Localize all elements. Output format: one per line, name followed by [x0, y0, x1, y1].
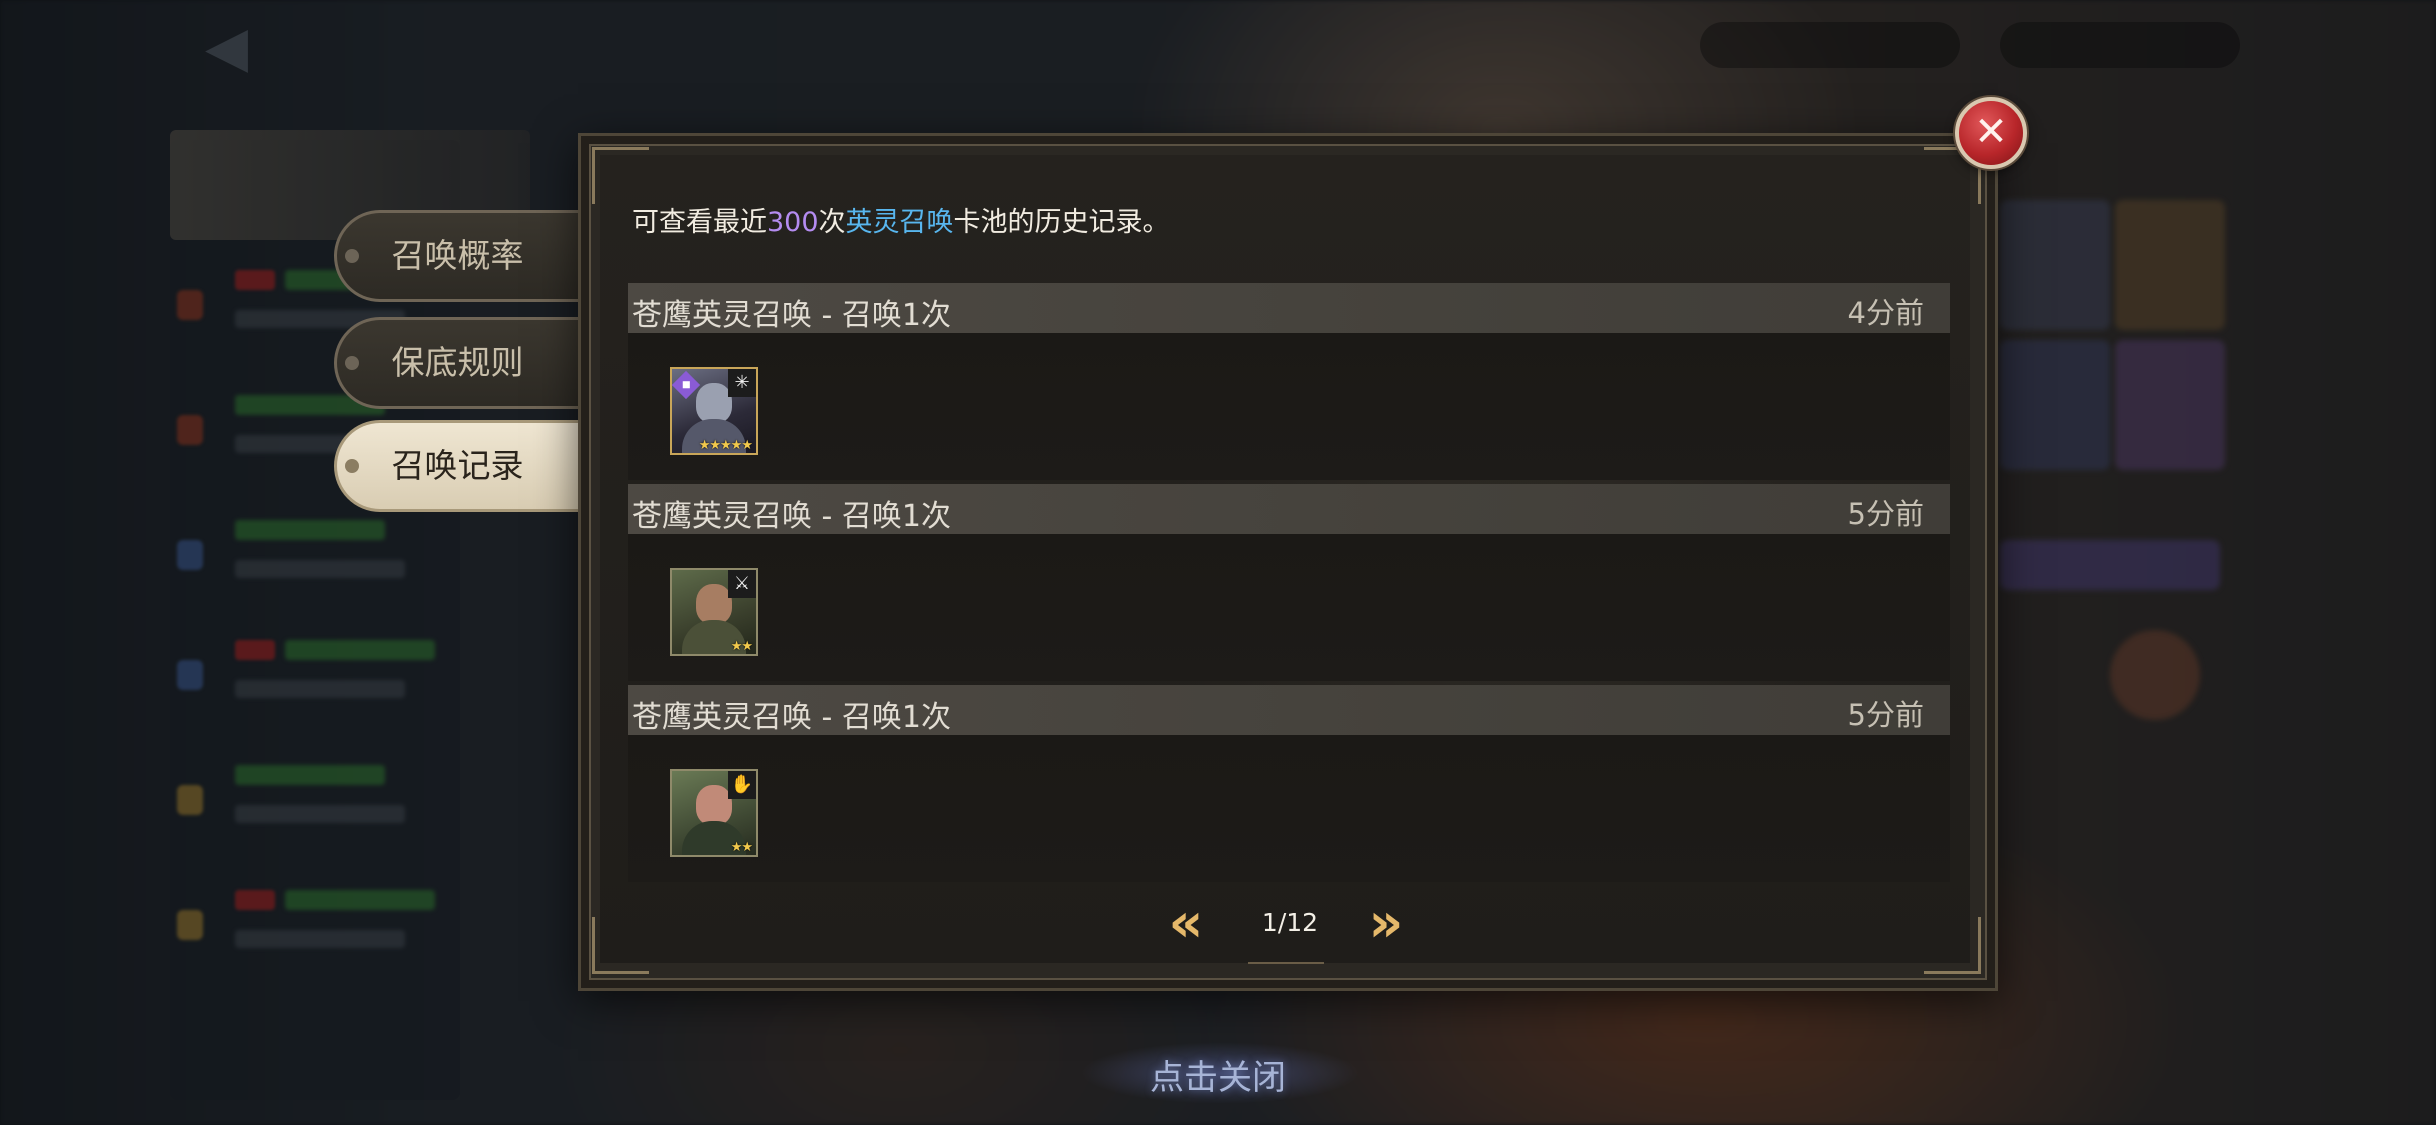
frame-corner-ornament: [1924, 917, 1981, 974]
hero-portrait: [696, 584, 732, 624]
rarity-stars: ★★: [730, 639, 753, 654]
frame-corner-ornament: [592, 917, 649, 974]
record-title: 苍鹰英灵召唤 - 召唤1次: [632, 700, 951, 735]
record-header: 苍鹰英灵召唤 - 召唤1次 5分前: [628, 484, 1950, 534]
tab-summon-history[interactable]: 召唤记录: [334, 420, 578, 512]
intro-mid: 次: [818, 207, 846, 238]
pager-ornament: [1248, 952, 1324, 964]
page-indicator: 1/12: [1261, 908, 1319, 937]
next-page-button[interactable]: »: [1360, 896, 1412, 950]
record-header: 苍鹰英灵召唤 - 召唤1次 4分前: [628, 283, 1950, 333]
record-time: 4分前: [1847, 296, 1924, 330]
summon-record: 苍鹰英灵召唤 - 召唤1次 5分前 ✋ ★★: [628, 685, 1950, 886]
hero-portrait: [696, 383, 732, 423]
record-body: ⚔ ★★: [628, 534, 1950, 681]
tab-summon-rates[interactable]: 召唤概率: [334, 210, 578, 302]
summon-record-list: 苍鹰英灵召唤 - 召唤1次 4分前 ◆ ✳ ★★★★★ 苍鹰英灵召唤 - 召唤1…: [628, 283, 1950, 886]
record-time: 5分前: [1847, 698, 1924, 732]
tap-to-close-hint[interactable]: 点击关闭: [1140, 1050, 1296, 1099]
record-title: 苍鹰英灵召唤 - 召唤1次: [632, 298, 951, 333]
tab-pity-rules[interactable]: 保底规则: [334, 317, 578, 409]
close-icon: ✕: [1974, 109, 2008, 155]
previous-page-button[interactable]: «: [1160, 896, 1212, 950]
tab-knob: [345, 459, 359, 473]
record-time: 5分前: [1847, 497, 1924, 531]
history-description: 可查看最近300次英灵召唤卡池的历史记录。: [632, 200, 1170, 239]
slash-icon: ⚔: [728, 570, 756, 598]
rarity-stars: ★★★★★: [698, 438, 753, 453]
summon-record: 苍鹰英灵召唤 - 召唤1次 5分前 ⚔ ★★: [628, 484, 1950, 685]
intro-count: 300: [767, 207, 819, 238]
hero-card[interactable]: ⚔ ★★: [670, 568, 758, 656]
game-screen: ◀ 召唤概率 保底规则 召唤记录 可查看最近300次英灵召唤卡池的历史记录。 苍…: [0, 0, 2436, 1125]
intro-suffix: 卡池的历史记录。: [953, 207, 1170, 238]
record-body: ◆ ✳ ★★★★★: [628, 333, 1950, 480]
intro-pool-name: 英灵召唤: [845, 207, 954, 238]
tab-label: 保底规则: [391, 343, 524, 382]
tab-knob: [345, 249, 359, 263]
hero-card[interactable]: ✋ ★★: [670, 769, 758, 857]
hero-portrait: [696, 785, 732, 825]
intro-prefix: 可查看最近: [632, 207, 767, 238]
close-button[interactable]: ✕: [1955, 97, 2027, 169]
hero-card[interactable]: ◆ ✳ ★★★★★: [670, 367, 758, 455]
summon-record: 苍鹰英灵召唤 - 召唤1次 4分前 ◆ ✳ ★★★★★: [628, 283, 1950, 484]
record-body: ✋ ★★: [628, 735, 1950, 882]
tab-label: 召唤记录: [391, 446, 524, 485]
rarity-stars: ★★: [730, 840, 753, 855]
frame-corner-ornament: [592, 147, 649, 204]
record-header: 苍鹰英灵召唤 - 召唤1次 5分前: [628, 685, 1950, 735]
sword-cross-icon: ✳: [728, 369, 756, 397]
tab-knob: [345, 356, 359, 370]
record-title: 苍鹰英灵召唤 - 召唤1次: [632, 499, 951, 534]
praying-hands-icon: ✋: [728, 771, 756, 799]
tab-label: 召唤概率: [391, 236, 524, 275]
